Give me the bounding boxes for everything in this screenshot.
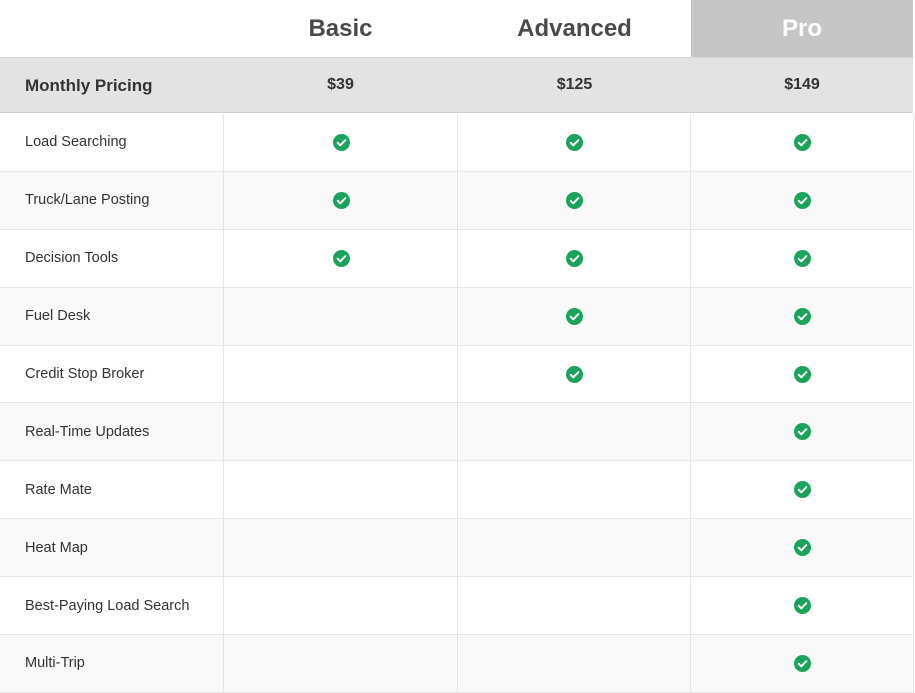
tier-basic-header: Basic [308,14,373,42]
feature-name: Truck/Lane Posting [25,192,150,209]
pro-feature-cell [690,519,913,577]
advanced-feature-cell [457,635,691,692]
advanced-feature-cell [457,229,691,287]
check-circle-icon [566,133,583,151]
check-circle-icon [793,654,811,672]
feature-name: Heat Map [25,539,88,556]
feature-name: Rate Mate [25,481,92,498]
feature-name: Real-Time Updates [25,423,150,440]
pro-feature-cell [690,577,913,635]
check-circle-icon [793,481,811,499]
pro-feature-cell [690,114,913,171]
feature-name: Best-Paying Load Search [25,597,190,614]
check-circle-icon [793,307,811,325]
feature-row: Best-Paying Load Search [0,577,913,636]
pro-feature-cell [690,403,913,461]
feature-row: Heat Map [0,519,913,578]
pro-price: $149 [784,76,820,93]
pro-feature-cell [690,461,913,519]
pro-feature-cell [690,287,913,345]
feature-name: Multi-Trip [25,655,85,672]
basic-feature-cell [223,461,458,519]
advanced-feature-cell [457,287,691,345]
pro-feature-cell [690,635,913,692]
feature-rows: Load Searching Truck/Lane Posting Decision… [0,114,914,693]
basic-feature-cell [223,171,458,229]
tier-pro-header: Pro [691,0,913,57]
check-circle-icon [332,133,350,151]
feature-row: Multi-Trip [0,635,913,693]
basic-feature-cell [223,345,458,403]
feature-name: Credit Stop Broker [25,366,145,382]
feature-row: Truck/Lane Posting [0,171,913,230]
feature-name: Decision Tools [25,250,119,267]
check-circle-icon [793,597,811,615]
check-circle-icon [332,249,350,267]
tier-advanced-header: Advanced [517,14,632,42]
basic-feature-cell [223,577,458,635]
basic-feature-cell [223,635,458,692]
advanced-feature-cell [457,577,691,635]
feature-row: Fuel Desk [0,287,913,346]
advanced-feature-cell [457,461,691,519]
check-circle-icon [566,191,583,209]
basic-feature-cell [223,287,458,345]
check-circle-icon [566,249,583,267]
advanced-feature-cell [457,403,691,461]
check-circle-icon [793,539,811,557]
basic-feature-cell [223,519,458,577]
feature-name: Fuel Desk [25,308,91,325]
monthly-pricing-row: Monthly Pricing $39 $125 $149 [0,57,913,113]
check-circle-icon [793,365,811,383]
check-circle-icon [793,191,811,209]
basic-feature-cell [223,114,458,171]
feature-row: Rate Mate [0,461,913,520]
check-circle-icon [793,133,811,151]
advanced-feature-cell [457,345,691,403]
advanced-feature-cell [457,519,691,577]
advanced-feature-cell [457,114,691,171]
feature-row: Load Searching [0,114,913,172]
pro-feature-cell [690,345,913,403]
basic-feature-cell [223,403,458,461]
check-circle-icon [566,307,583,325]
check-circle-icon [793,249,811,267]
pro-feature-cell [690,229,913,287]
feature-row: Real-Time Updates [0,403,913,462]
pricing-comparison-table: Basic Advanced Pro Monthly Pricing $39 $… [0,0,915,693]
advanced-feature-cell [457,171,691,229]
monthly-pricing-label: Monthly Pricing [25,76,153,95]
check-circle-icon [793,423,811,441]
check-circle-icon [332,191,350,209]
basic-feature-cell [223,229,458,287]
feature-row: Decision Tools [0,229,913,288]
check-circle-icon [566,365,583,383]
tier-header-row: Basic Advanced Pro [0,0,915,57]
basic-price: $39 [327,76,354,93]
feature-name: Load Searching [25,134,127,151]
advanced-price: $125 [556,76,593,93]
feature-row: Credit Stop Broker [0,345,913,404]
pro-feature-cell [690,171,913,229]
